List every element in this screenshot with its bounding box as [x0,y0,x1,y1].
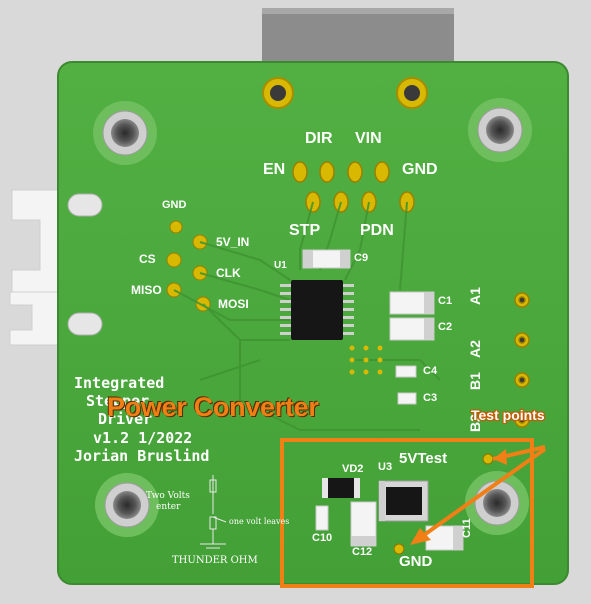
c3-capacitor [397,392,417,405]
header-label-vin: VIN [355,130,382,147]
u3-regulator [378,480,429,522]
designator-c11: C11 [461,518,473,538]
spi-label-cs: CS [139,252,156,266]
header-label-dir: DIR [305,130,333,147]
test-points-callout-label: Test points [471,407,545,423]
motor-label-b1: B1 [467,372,483,390]
designator-c10: C10 [312,532,333,544]
c9-capacitor [302,249,351,269]
heatsink-top-edge [262,8,454,14]
board-title-line-1: Integrated [74,374,165,392]
designator-c2: C2 [438,321,453,333]
c4-capacitor [395,365,417,378]
mounting-hole-top-left [93,101,157,165]
c2-capacitor [389,317,435,341]
designator-vd2: VD2 [342,463,364,475]
pcb-board-svg [9,8,569,588]
motor-label-a2: A2 [467,340,483,358]
handwriting-signature: THUNDER OHM [172,555,258,566]
spi-label-miso: MISO [131,283,162,297]
designator-c1: C1 [438,295,453,307]
motor-label-a1: A1 [467,287,483,305]
mounting-hole-bottom-right [465,471,529,535]
header-label-gnd: GND [402,161,438,178]
c1-capacitor [389,291,435,315]
c10-capacitor [315,505,329,531]
vd2-diode [322,478,360,498]
test-point-gnd-label: GND [399,553,433,570]
header-label-stp: STP [289,222,321,239]
board-title-line-4: v1.2 1/2022 [93,429,193,447]
pcb-render-stage: Integrated Stepper Driver v1.2 1/2022 Jo… [0,0,591,599]
designator-c4: C4 [423,365,438,377]
designator-c12: C12 [352,546,373,558]
handwriting-line-2: enter [156,502,181,512]
spi-label-clk: CLK [216,266,241,280]
board-title-line-5: Jorian Bruslind [74,447,210,465]
spi-label-gnd: GND [162,199,187,211]
designator-c3: C3 [423,392,438,404]
mounting-hole-top-right [468,98,532,162]
test-point-5v-label: 5VTest [399,450,448,467]
designator-u3: U3 [378,461,393,473]
header-label-pdn: PDN [360,222,394,239]
spi-label-5v-in: 5V_IN [216,235,250,249]
designator-c9: C9 [354,252,369,264]
u1-driver-ic [280,280,354,340]
mounting-hole-bottom-left [95,473,159,537]
handwriting-line-3: one volt leaves [229,517,290,526]
handwriting-line-1: Two Volts [146,491,190,501]
spi-label-mosi: MOSI [218,297,249,311]
header-label-en: EN [263,161,286,178]
designator-u1: U1 [274,260,287,271]
c12-capacitor [350,501,377,547]
test-point-5v-pad [482,453,494,465]
power-converter-callout-title: Power Converter [107,392,319,422]
left-connector [9,189,61,346]
